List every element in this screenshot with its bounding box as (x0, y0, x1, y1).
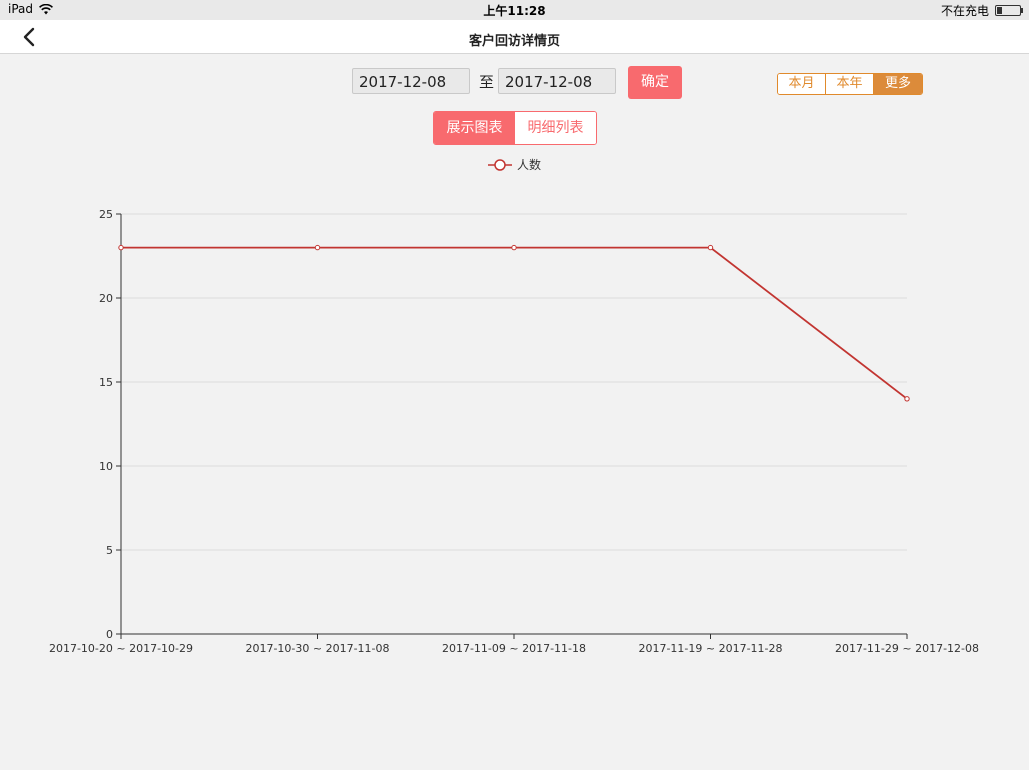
status-bar: iPad 上午11:28 不在充电 (0, 0, 1029, 20)
data-point[interactable] (904, 396, 910, 402)
line-chart: 人数 0 5 10 15 20 25 2017-10-20 ~ 2017-10-29 2017… (49, 157, 979, 655)
x-tick-label: 2017-11-29 ~ 2017-12-08 (835, 642, 979, 655)
battery-icon (995, 5, 1023, 16)
y-tick-label: 25 (99, 208, 113, 221)
legend-label-people: 人数 (517, 157, 541, 172)
y-tick-label: 10 (99, 460, 113, 473)
series-line-people (121, 246, 908, 400)
chart-legend[interactable]: 人数 (488, 157, 541, 172)
page-title: 客户回访详情页 (468, 34, 560, 49)
y-tick-label: 15 (99, 376, 113, 389)
battery-status-text: 不在充电 (940, 4, 989, 18)
status-right: 不在充电 (940, 2, 1023, 19)
y-tick-label: 0 (106, 628, 113, 641)
legend-circle-marker (494, 159, 506, 171)
status-time: 上午11:28 (483, 4, 546, 18)
main-content: 2017-12-08 至 2017-12-08 确定 本月 本年 更多 展示图表… (3, 54, 1026, 768)
x-tick-label: 2017-10-20 ~ 2017-10-29 (49, 642, 193, 655)
nav-bar: 客户回访详情页 (0, 20, 1029, 54)
data-point[interactable] (511, 244, 517, 251)
data-point[interactable] (707, 244, 714, 251)
y-tick-label: 5 (106, 544, 113, 557)
x-tick-label: 2017-10-30 ~ 2017-11-08 (245, 642, 389, 655)
x-tick-label: 2017-11-09 ~ 2017-11-18 (442, 642, 586, 655)
x-tick-label: 2017-11-19 ~ 2017-11-28 (638, 642, 782, 655)
data-point[interactable] (118, 244, 124, 251)
y-tick-label: 20 (99, 292, 113, 305)
data-point[interactable] (314, 244, 321, 251)
